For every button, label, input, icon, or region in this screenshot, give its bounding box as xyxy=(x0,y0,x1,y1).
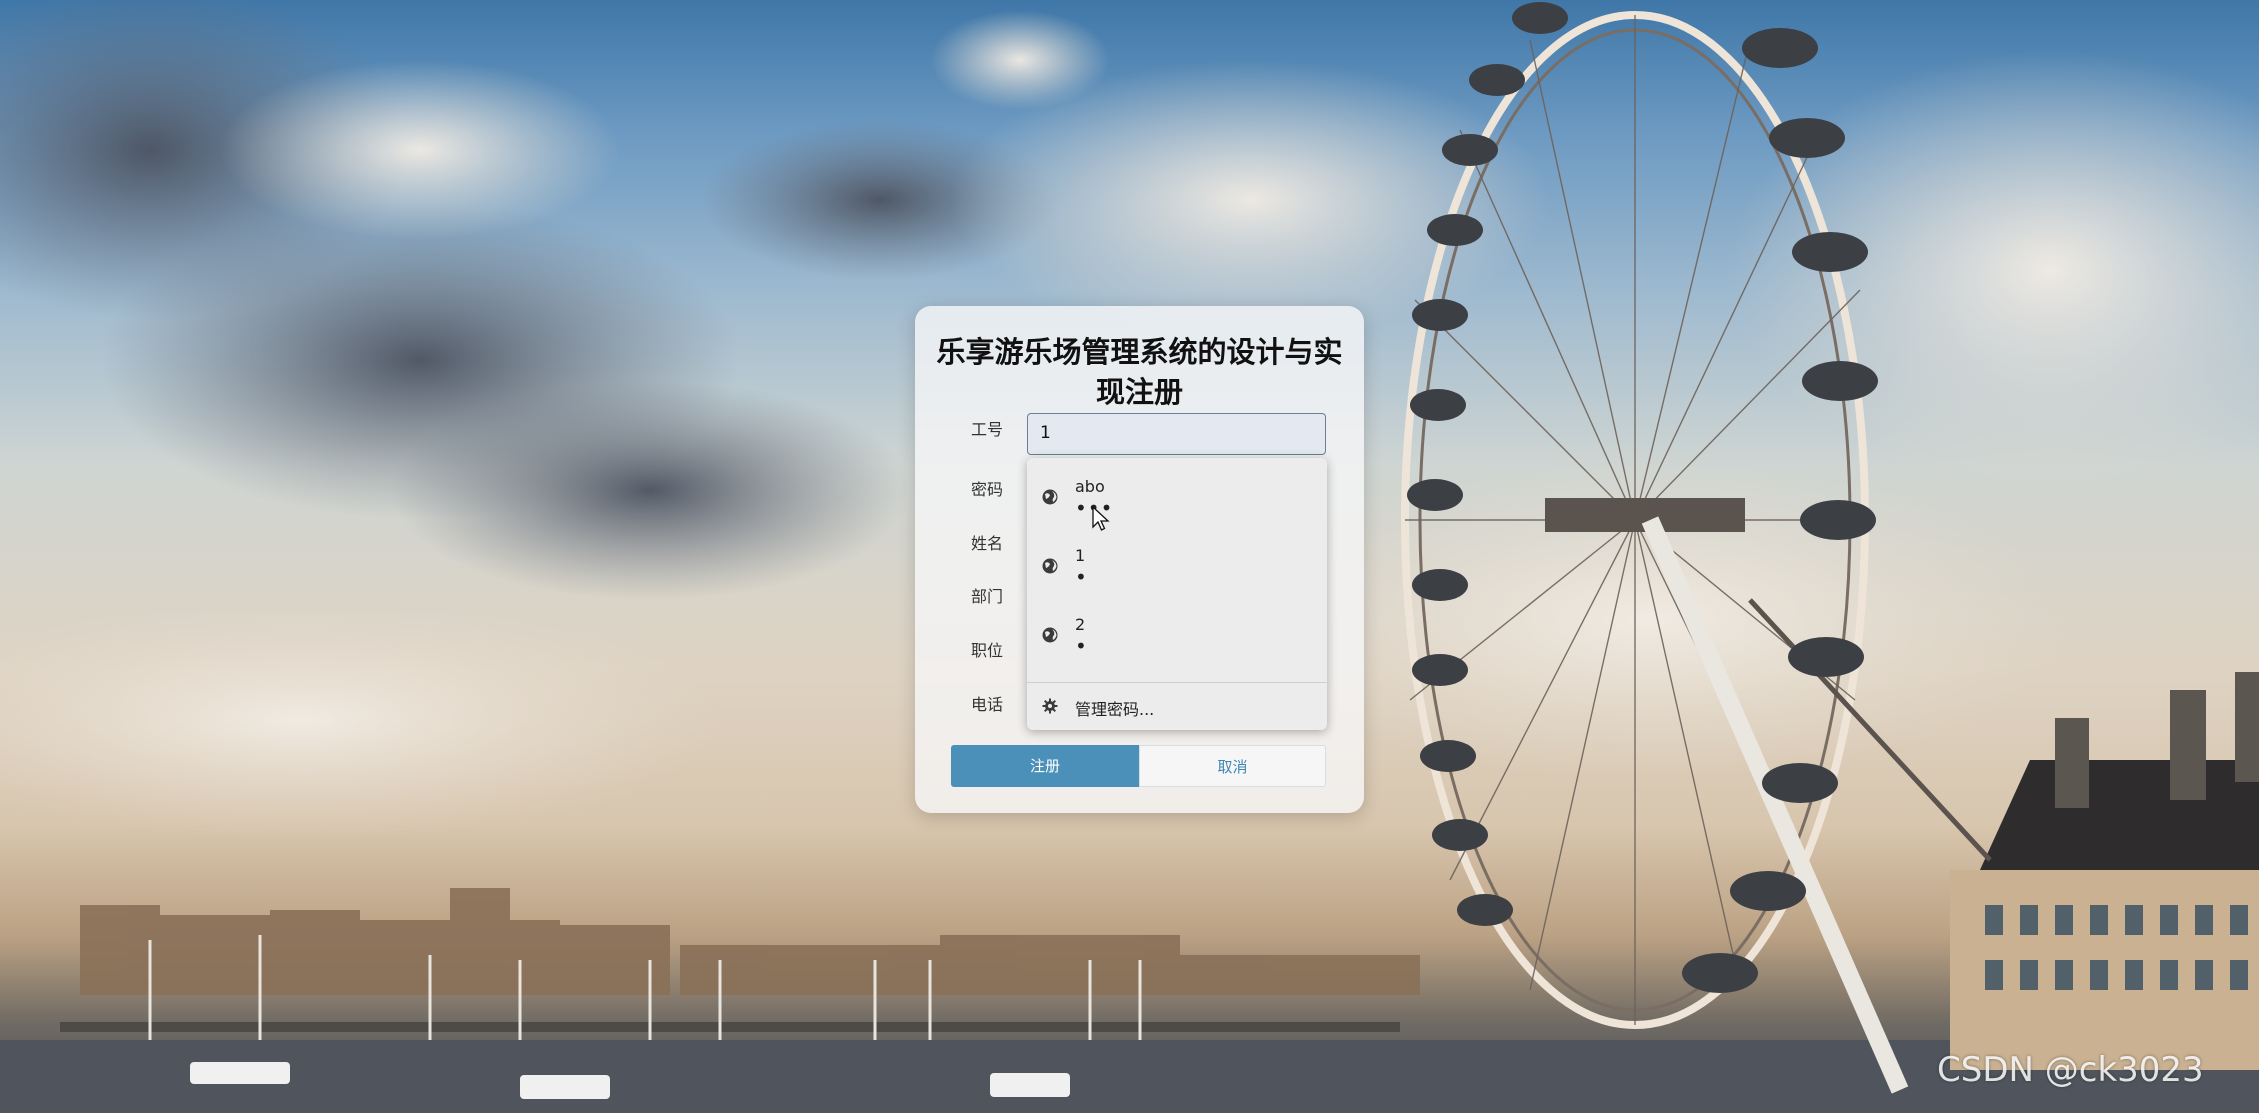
register-button[interactable]: 注册 xyxy=(951,745,1139,787)
position-label: 职位 xyxy=(971,641,1004,660)
autofill-item[interactable]: abo ••• xyxy=(1027,468,1327,536)
autofill-username: 2 xyxy=(1075,615,1086,634)
autofill-username: 1 xyxy=(1075,546,1086,565)
department-label: 部门 xyxy=(971,587,1004,606)
manage-passwords-item[interactable]: 管理密码... xyxy=(1027,683,1327,729)
employee-id-label: 工号 xyxy=(971,420,1004,439)
employee-id-input[interactable]: 1 xyxy=(1027,413,1326,455)
phone-label: 电话 xyxy=(971,695,1004,714)
manage-passwords-label: 管理密码... xyxy=(1075,700,1155,719)
page-title: 乐享游乐场管理系统的设计与实现注册 xyxy=(936,335,1343,409)
cancel-button[interactable]: 取消 xyxy=(1139,745,1326,787)
globe-icon xyxy=(1042,627,1058,643)
mouse-cursor-icon xyxy=(1092,506,1110,531)
autofill-password-mask: • xyxy=(1075,634,1088,658)
globe-icon xyxy=(1042,558,1058,574)
password-label: 密码 xyxy=(971,480,1004,499)
autofill-username: abo xyxy=(1075,477,1105,496)
password-autofill-dropdown: abo ••• 1 • 2 • 管理密码... xyxy=(1027,458,1327,730)
autofill-item[interactable]: 2 • xyxy=(1027,606,1327,674)
autofill-password-mask: • xyxy=(1075,565,1088,589)
watermark: CSDN @ck3023 xyxy=(1937,1050,2204,1090)
name-label: 姓名 xyxy=(971,534,1004,553)
globe-icon xyxy=(1042,489,1058,505)
gear-icon xyxy=(1042,698,1058,714)
autofill-item[interactable]: 1 • xyxy=(1027,537,1327,605)
